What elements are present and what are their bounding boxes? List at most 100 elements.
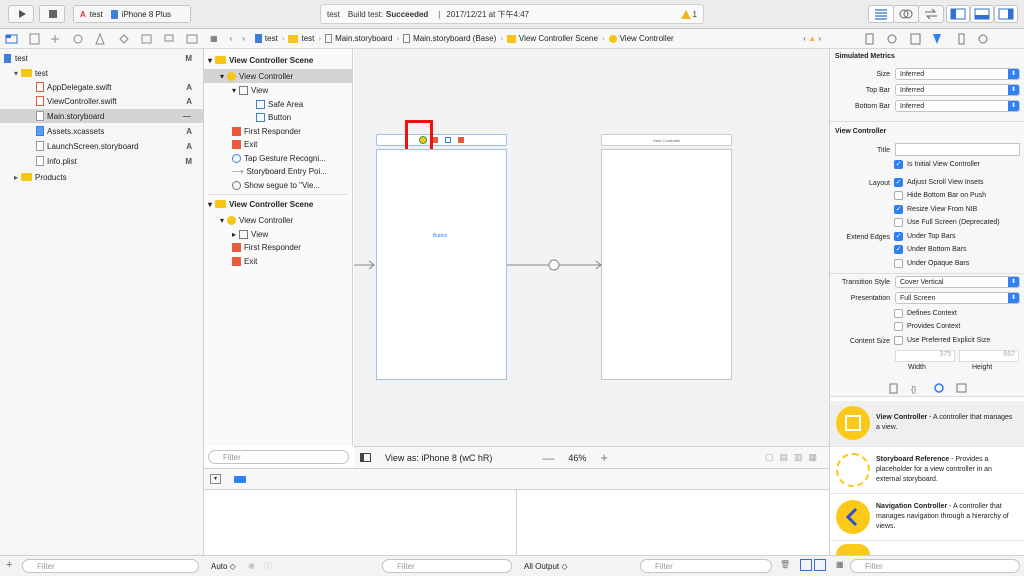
topbar-select[interactable]: Inferred ⬍ [895, 84, 1020, 96]
jump-path-4[interactable]: View Controller Scene [506, 34, 598, 43]
library-tab-icons[interactable]: {} [830, 379, 1024, 397]
outline-scene[interactable]: ▾ View Controller Scene [208, 197, 313, 211]
library-item-storyboard-reference[interactable]: Storyboard Reference - Provides a placeh… [830, 448, 1024, 494]
adjust-insets-checkbox[interactable]: ✓ Adjust Scroll View Insets [894, 178, 984, 187]
height-field[interactable]: 667 [959, 350, 1019, 362]
outline-item-selected[interactable]: ▾ View Controller [204, 69, 352, 83]
output-select[interactable]: All Output ◇ [524, 562, 568, 571]
outline-item[interactable]: First Responder [232, 124, 301, 138]
outline-item[interactable]: Tap Gesture Recogni... [232, 151, 326, 165]
hide-bottom-checkbox[interactable]: Hide Bottom Bar on Push [894, 191, 986, 200]
outline-item[interactable]: Show segue to "Vie... [232, 178, 320, 192]
initial-vc-checkbox[interactable]: ✓ Is Initial View Controller [894, 160, 980, 169]
outline-item[interactable]: ▾ View [232, 83, 268, 97]
editor-standard-button[interactable] [868, 5, 894, 23]
outline-item[interactable]: ▸ View [232, 227, 268, 241]
checkmark-icon: ✓ [894, 178, 903, 187]
defines-context-checkbox[interactable]: Defines Context [894, 309, 957, 318]
scheme-selector[interactable]: A test iPhone 8 Plus [73, 5, 191, 23]
trash-icon[interactable]: 🗑 [780, 560, 790, 569]
size-select[interactable]: Inferred ⬍ [895, 68, 1020, 80]
forward-chevron-icon[interactable]: › [242, 34, 245, 43]
inspector-tab-icons[interactable] [829, 29, 1024, 49]
nav-item-file[interactable]: LaunchScreen.storyboard A [36, 139, 200, 153]
title-field[interactable] [895, 143, 1020, 156]
navigator-filter[interactable]: Filter [22, 559, 199, 573]
outline-item[interactable]: Exit [232, 254, 257, 268]
checkbox-label: Under Opaque Bars [907, 260, 970, 267]
run-button[interactable] [8, 5, 34, 23]
toggle-navigator-button[interactable] [946, 5, 970, 23]
full-screen-checkbox[interactable]: Use Full Screen (Deprecated) [894, 218, 1000, 227]
split-right-icon[interactable] [814, 559, 826, 571]
breakpoint-icon[interactable] [234, 476, 246, 483]
outline-scene[interactable]: ▾ View Controller Scene [208, 53, 313, 67]
view-as-label[interactable]: View as: iPhone 8 (wC hR) [385, 453, 492, 463]
toggle-debug-button[interactable] [970, 5, 994, 23]
jump-path-0[interactable]: test [254, 34, 278, 43]
presentation-select[interactable]: Full Screen ⬍ [895, 292, 1020, 304]
outline-item[interactable]: First Responder [232, 240, 301, 254]
split-left-icon[interactable] [800, 559, 812, 571]
plist-icon [36, 156, 44, 166]
issue-nav-icons[interactable]: ‹ ▲ › [803, 34, 821, 43]
storyboard-canvas[interactable]: Button View Controller [354, 49, 829, 446]
library-grid-icon[interactable]: ▦ [836, 560, 844, 569]
under-top-checkbox[interactable]: ✓ Under Top Bars [894, 232, 956, 241]
outline-label: View Controller Scene [229, 199, 314, 209]
nav-item-group[interactable]: ▾ test [14, 66, 200, 80]
stop-button[interactable] [39, 5, 65, 23]
under-opaque-checkbox[interactable]: Under Opaque Bars [894, 259, 969, 268]
checkbox-label: Resize View From NIB [907, 206, 978, 213]
toggle-inspector-button[interactable] [994, 5, 1018, 23]
zoom-out-button[interactable]: — [542, 451, 554, 465]
add-icon[interactable]: + [6, 559, 12, 571]
layout-tools-icons[interactable]: ▢▤▥▦ [765, 452, 823, 463]
width-field[interactable]: 375 [895, 350, 955, 362]
info-icon[interactable]: ⓘ [264, 561, 272, 572]
jump-path-1[interactable]: test [288, 34, 314, 43]
nav-item-file-selected[interactable]: Main.storyboard — [0, 109, 203, 123]
outline-filter[interactable]: Filter [208, 450, 349, 464]
segue-arrows[interactable] [354, 49, 829, 446]
editor-assistant-button[interactable] [893, 5, 919, 23]
back-chevron-icon[interactable]: ‹ [230, 34, 233, 43]
outline-item[interactable]: Exit [232, 137, 257, 151]
jump-path-3[interactable]: Main.storyboard (Base) [403, 34, 496, 43]
transition-select[interactable]: Cover Vertical ⬍ [895, 276, 1020, 288]
hide-debug-icon[interactable]: ▾ [210, 474, 221, 484]
nav-item-group[interactable]: ▸ Products [14, 170, 200, 184]
nav-item-file[interactable]: AppDelegate.swift A [36, 80, 200, 94]
eye-icon[interactable]: ◉ [248, 561, 255, 570]
related-items-icon[interactable]: ▦ [210, 34, 218, 43]
outline-item[interactable]: Safe Area [256, 97, 303, 111]
outline-label: View Controller Scene [229, 55, 314, 65]
navigator-tab-icons[interactable] [0, 29, 204, 49]
nav-item-file[interactable]: Info.plist M [36, 154, 200, 168]
library-filter[interactable]: Filter [850, 559, 1020, 573]
status-sep: | [438, 9, 441, 19]
editor-version-button[interactable] [918, 5, 944, 23]
jump-path-2[interactable]: Main.storyboard [325, 34, 392, 43]
nav-item-project[interactable]: test M [4, 51, 200, 65]
preferred-size-checkbox[interactable]: Use Preferred Explicit Size [894, 336, 990, 345]
nav-item-file[interactable]: ViewController.swift A [36, 94, 200, 108]
outline-item[interactable]: Button [256, 110, 291, 124]
nav-item-file[interactable]: Assets.xcassets A [36, 124, 200, 138]
outline-toggle-icon[interactable] [360, 453, 371, 462]
resize-nib-checkbox[interactable]: ✓ Resize View From NIB [894, 205, 977, 214]
warning-badge[interactable]: 1 [680, 9, 697, 19]
jump-path-5[interactable]: View Controller [608, 34, 674, 43]
variables-scope-select[interactable]: Auto ◇ [211, 562, 236, 571]
console-filter[interactable]: Filter [640, 559, 772, 573]
bottombar-select[interactable]: Inferred ⬍ [895, 100, 1020, 112]
library-item-navigation-controller[interactable]: Navigation Controller - A controller tha… [830, 495, 1024, 541]
provides-context-checkbox[interactable]: Provides Context [894, 322, 960, 331]
library-item-view-controller[interactable]: View Controller - A controller that mana… [830, 401, 1024, 447]
outline-item[interactable]: ▾ View Controller [220, 213, 293, 227]
nav-label: Main.storyboard [47, 111, 105, 121]
under-bottom-checkbox[interactable]: ✓ Under Bottom Bars [894, 245, 967, 254]
variables-filter[interactable]: Filter [382, 559, 512, 573]
outline-item[interactable]: ⟶ Storyboard Entry Poi... [232, 164, 327, 178]
zoom-in-button[interactable]: + [600, 450, 608, 465]
